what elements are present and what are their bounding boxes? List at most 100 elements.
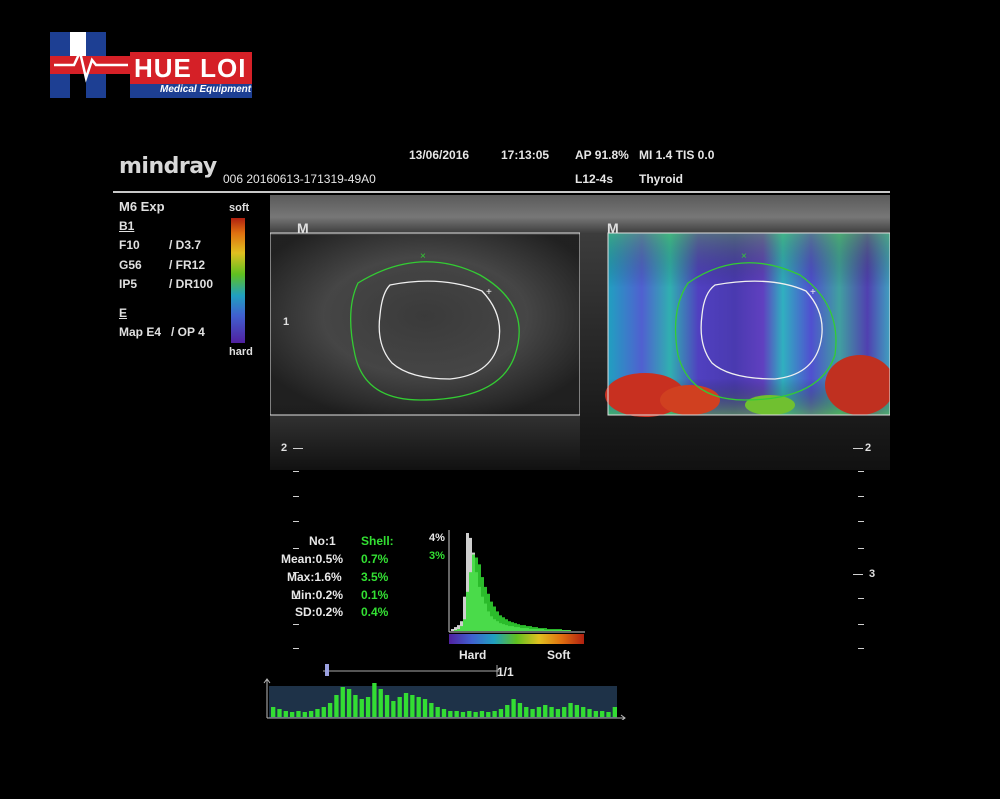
- param-freq: F10: [119, 238, 140, 252]
- cine-frame-bar: [486, 712, 491, 717]
- param-gain: G56: [119, 258, 142, 272]
- hist-green-bar: [553, 629, 556, 631]
- depth-tick: [858, 648, 864, 649]
- depth-tick: [858, 521, 864, 522]
- cine-frame-bar: [289, 712, 295, 717]
- cine-frame-bar: [302, 712, 307, 717]
- cine-frame-bar: [517, 703, 523, 717]
- hist-green-bar: [454, 630, 457, 631]
- hist-green-bar: [487, 593, 490, 631]
- cine-frame-counter: 1/1: [497, 665, 514, 679]
- preset-name: Thyroid: [639, 172, 683, 186]
- hist-green-bar: [544, 628, 547, 631]
- stats-shell-label: Shell:: [361, 534, 394, 548]
- hist-green-bar: [481, 577, 484, 631]
- cine-timeline[interactable]: [263, 678, 633, 720]
- marker-left: M: [297, 220, 309, 236]
- hist-green-bar: [505, 619, 508, 631]
- depth-tick: [858, 496, 864, 497]
- param-op: / OP 4: [171, 325, 205, 339]
- cine-frame-bar: [422, 699, 428, 717]
- depth-tick: [293, 521, 299, 522]
- hist-y-green: 3%: [429, 550, 445, 562]
- cine-frame-bar: [555, 709, 561, 717]
- hist-green-bar: [523, 625, 526, 631]
- hist-green-bar: [496, 611, 499, 631]
- hist-green-bar: [493, 606, 496, 631]
- hist-green-bar: [520, 625, 523, 631]
- exam-date: 13/06/2016: [409, 148, 470, 162]
- cine-frame-bar: [454, 711, 459, 717]
- depth-2-right: 2: [865, 442, 872, 454]
- hist-green-bar: [538, 628, 541, 631]
- elastography-image-graphic: × +: [580, 195, 890, 470]
- depth-tick: [858, 471, 864, 472]
- svg-text:+: +: [486, 287, 492, 298]
- cine-frame-bar: [346, 689, 352, 717]
- hist-green-bar: [547, 629, 550, 631]
- svg-text:×: ×: [420, 251, 426, 262]
- cine-frame-bar: [441, 709, 447, 717]
- param-depth: / D3.7: [169, 238, 202, 252]
- param-ip: IP5: [119, 277, 138, 291]
- hist-y-white: 4%: [429, 532, 445, 544]
- logo-sub-text: Medical Equipment: [160, 84, 252, 95]
- cine-frame-bar: [384, 695, 390, 717]
- bmode-image: × +: [270, 195, 580, 470]
- hist-green-bar: [541, 628, 544, 631]
- cine-frame-bar: [397, 697, 402, 717]
- cine-frame-bar: [612, 707, 617, 717]
- svg-text:+: +: [810, 287, 816, 298]
- elasticity-colorbar: [231, 218, 245, 343]
- depth-tick: [293, 548, 299, 549]
- depth-tick: [293, 648, 299, 649]
- stats-max-shell: 3.5%: [361, 570, 389, 584]
- hist-green-bar: [469, 572, 472, 631]
- param-map: Map E4: [119, 325, 162, 339]
- hist-green-bar: [559, 629, 562, 631]
- hist-green-bar: [550, 629, 553, 631]
- hist-hard-label: Hard: [459, 648, 487, 662]
- cine-frame-bar: [562, 707, 567, 717]
- cine-slider[interactable]: [321, 664, 501, 678]
- hist-green-bar: [499, 615, 502, 631]
- hist-green-bar: [478, 564, 481, 631]
- cine-frame-bar: [543, 705, 548, 717]
- cine-frame-bar: [353, 695, 358, 717]
- cine-frame-bar: [587, 709, 592, 717]
- hist-green-bar: [502, 617, 505, 631]
- cine-frame-bar: [296, 711, 301, 717]
- cine-frame-bar: [467, 711, 472, 717]
- logo-brand-text: HUE LOI: [134, 53, 247, 83]
- cine-slider-handle[interactable]: [325, 664, 329, 676]
- depth-tick: [293, 471, 299, 472]
- cine-frame-bar: [581, 707, 586, 717]
- cine-frame-bar: [498, 709, 504, 717]
- cine-frame-bar: [340, 687, 345, 717]
- hist-green-bar: [472, 554, 475, 631]
- cine-frame-bar: [606, 712, 611, 717]
- cine-frame-bar: [372, 683, 377, 717]
- colorbar-soft-label: soft: [229, 202, 250, 214]
- stats-max: Max:1.6%: [287, 570, 342, 584]
- mi-tis: MI 1.4 TIS 0.0: [639, 148, 715, 162]
- bmode-image-graphic: × +: [270, 195, 580, 470]
- depth-tick: [853, 574, 863, 575]
- cine-frame-bar: [403, 693, 409, 717]
- hist-green-bar: [463, 619, 466, 631]
- cine-frame-bar: [600, 711, 605, 717]
- cine-frame-bar: [334, 695, 339, 717]
- e-mode-label: E: [119, 306, 128, 320]
- acoustic-power: AP 91.8%: [575, 148, 629, 162]
- mode-label: M6 Exp: [119, 199, 165, 214]
- hist-soft-label: Soft: [547, 648, 571, 662]
- hist-green-bar: [532, 627, 535, 631]
- hist-green-bar: [460, 626, 463, 631]
- hist-green-bar: [466, 591, 469, 631]
- hist-color-scale: [449, 634, 584, 644]
- hist-green-bar: [514, 623, 517, 631]
- cine-frame-bar: [530, 709, 535, 717]
- stats-min: Min:0.2%: [291, 588, 344, 602]
- probe-name: L12-4s: [575, 172, 614, 186]
- hist-green-bar: [526, 626, 529, 631]
